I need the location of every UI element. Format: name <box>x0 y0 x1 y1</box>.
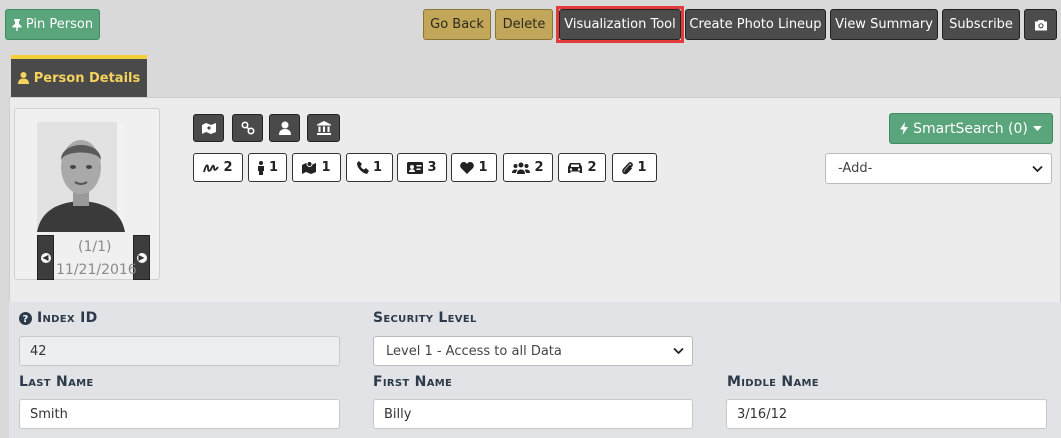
view-summary-button[interactable]: View Summary <box>830 9 938 40</box>
profile-button[interactable] <box>269 114 300 142</box>
add-select-value: -Add- <box>838 161 873 176</box>
institution-button[interactable] <box>307 114 340 142</box>
caret-down-icon <box>1032 125 1042 132</box>
relationship-button[interactable] <box>232 114 263 142</box>
tab-person-details[interactable]: Person Details <box>11 55 147 97</box>
map-count: 1 <box>321 160 331 175</box>
add-select[interactable]: -Add- <box>825 153 1052 184</box>
attachment-count-button[interactable]: 1 <box>612 153 657 182</box>
last-name-label: Last Name <box>19 374 94 390</box>
signature-count-button[interactable]: 2 <box>193 153 243 182</box>
index-id-label-text: Index ID <box>37 310 98 326</box>
visualization-tool-button[interactable]: Visualization Tool <box>559 9 681 40</box>
first-name-label: First Name <box>373 374 453 390</box>
middle-name-label: Middle Name <box>727 374 819 390</box>
chevron-down-icon <box>1032 165 1043 172</box>
arrow-right-icon: ▶ <box>136 252 147 263</box>
user-icon <box>17 72 29 84</box>
thumbtack-icon <box>12 18 22 31</box>
phone-count: 1 <box>372 160 383 175</box>
car-icon <box>567 162 583 174</box>
person-count: 1 <box>268 160 279 175</box>
id-card-icon <box>407 161 424 174</box>
smartsearch-button[interactable]: SmartSearch (0) <box>889 113 1053 144</box>
map-button[interactable] <box>193 114 224 142</box>
pin-person-label: Pin Person <box>25 17 94 32</box>
middle-name-field[interactable]: 3/16/12 <box>726 399 1047 429</box>
heart-count-button[interactable]: 1 <box>451 153 497 182</box>
car-count: 2 <box>587 160 597 175</box>
index-id-label: ? Index ID <box>19 310 98 326</box>
chevron-down-icon <box>673 347 684 355</box>
signature-icon <box>203 162 220 174</box>
camera-button[interactable] <box>1024 9 1057 40</box>
photo-date: 11/21/2016 <box>56 262 137 278</box>
pin-person-button[interactable]: Pin Person <box>5 9 100 40</box>
photo-prev-button[interactable]: ◀ <box>37 235 54 280</box>
phone-count-button[interactable]: 1 <box>346 153 393 182</box>
attachment-count: 1 <box>637 160 647 175</box>
create-photo-lineup-button[interactable]: Create Photo Lineup <box>685 9 826 40</box>
phone-icon <box>356 161 369 174</box>
photo-count: (1/1) <box>78 239 112 255</box>
last-name-field[interactable]: Smith <box>19 399 340 429</box>
paperclip-icon <box>622 161 634 175</box>
id-card-count-button[interactable]: 3 <box>397 153 447 182</box>
id-card-count: 3 <box>427 160 437 175</box>
bolt-icon <box>900 122 909 135</box>
users-count-button[interactable]: 2 <box>503 153 553 182</box>
person-standing-icon <box>257 160 265 175</box>
link-icon <box>240 121 255 135</box>
camera-icon <box>1034 19 1048 31</box>
users-icon <box>512 162 531 174</box>
map-icon <box>201 122 216 135</box>
delete-button[interactable]: Delete <box>495 9 553 40</box>
smartsearch-label: SmartSearch (0) <box>913 120 1028 137</box>
person-count-button[interactable]: 1 <box>248 153 287 182</box>
map-marked-icon <box>302 161 317 174</box>
signature-count: 2 <box>223 160 233 175</box>
landmark-icon <box>316 121 331 135</box>
security-level-value: Level 1 - Access to all Data <box>386 343 562 359</box>
question-circle-icon: ? <box>19 311 32 325</box>
arrow-left-icon: ◀ <box>40 252 51 263</box>
tab-person-details-label: Person Details <box>33 70 141 86</box>
person-photo[interactable] <box>37 122 125 232</box>
security-level-select[interactable]: Level 1 - Access to all Data <box>373 336 693 366</box>
subscribe-button[interactable]: Subscribe <box>942 9 1020 40</box>
heart-icon <box>460 161 475 174</box>
users-count: 2 <box>534 160 544 175</box>
heart-count: 1 <box>478 160 488 175</box>
car-count-button[interactable]: 2 <box>558 153 606 182</box>
security-level-label: Security Level <box>373 310 477 326</box>
index-id-field: 42 <box>19 336 340 366</box>
first-name-field[interactable]: Billy <box>373 399 693 429</box>
user-profile-icon <box>278 121 291 135</box>
svg-text:?: ? <box>22 314 28 325</box>
map-count-button[interactable]: 1 <box>292 153 341 182</box>
go-back-button[interactable]: Go Back <box>423 9 491 40</box>
